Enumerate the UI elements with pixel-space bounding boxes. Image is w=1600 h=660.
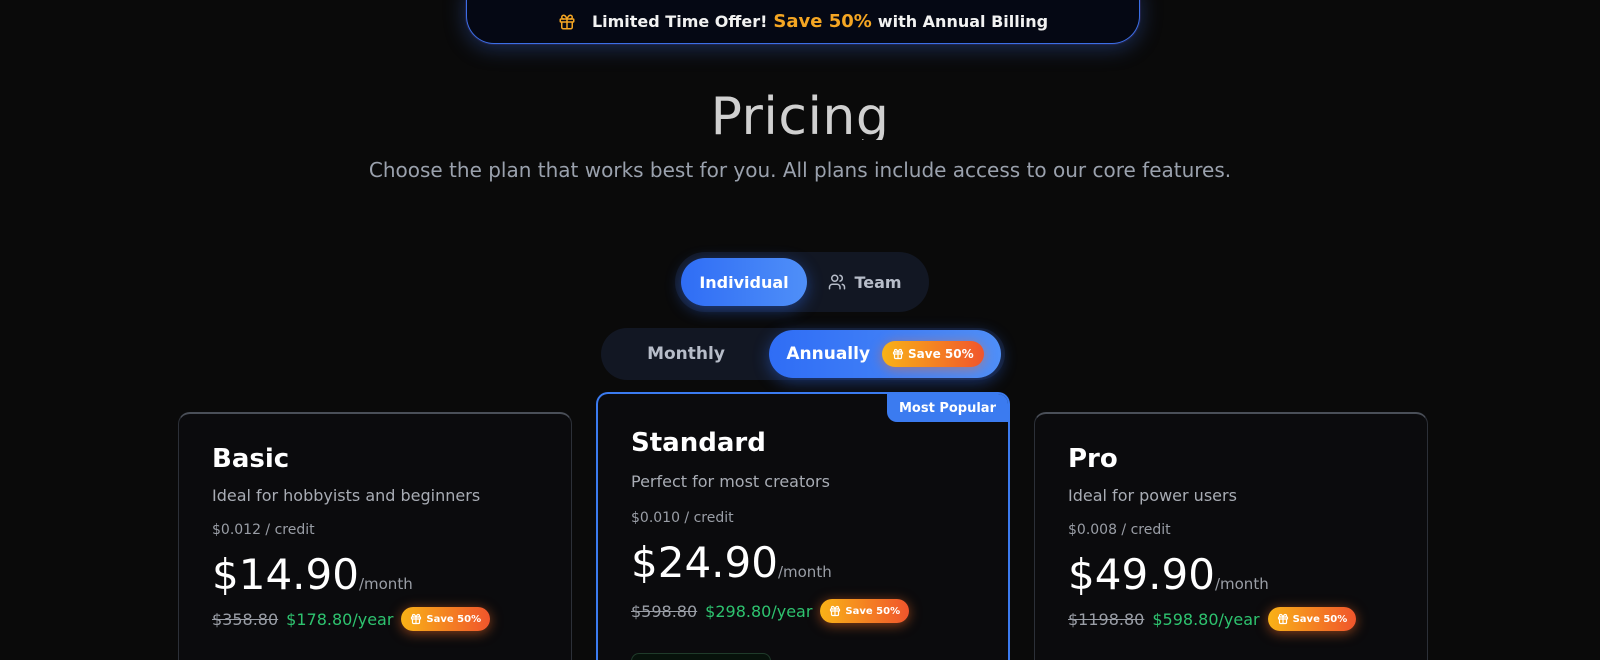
save-badge-label: Save 50% — [1292, 613, 1348, 625]
page-title: Pricing — [710, 87, 890, 140]
save-badge-label: Save 50% — [908, 347, 974, 361]
yearly-price: $598.80/year — [1152, 609, 1260, 629]
save-badge-label: Save 50% — [426, 613, 482, 625]
plan-name: Basic — [212, 444, 290, 474]
save-badge: Save 50% — [1267, 607, 1357, 631]
save-badge: Save 50% — [882, 341, 984, 367]
plan-description: Ideal for power users — [1068, 486, 1237, 505]
gift-icon — [1277, 613, 1288, 625]
yearly-price: $178.80/year — [286, 609, 394, 629]
annually-tab[interactable]: Annually Save 50% — [769, 330, 1001, 378]
plan-credit-price: $0.008 / credit — [1068, 522, 1171, 538]
team-tab[interactable]: Team — [807, 258, 923, 306]
plan-card-standard: Most Popular Standard Perfect for most c… — [596, 392, 1010, 660]
save-badge: Save 50% — [820, 599, 910, 623]
promo-banner[interactable]: Limited Time Offer! Save 50% with Annual… — [466, 0, 1140, 44]
select-plan-button[interactable] — [631, 653, 771, 660]
plan-description: Ideal for hobbyists and beginners — [212, 486, 481, 505]
plan-name: Pro — [1068, 444, 1118, 474]
promo-prefix: Limited Time Offer! — [591, 12, 768, 31]
save-badge-label: Save 50% — [845, 605, 901, 617]
monthly-tab[interactable]: Monthly — [603, 330, 769, 378]
plan-price: $14.90 /month — [212, 550, 413, 599]
plan-card-basic: Basic Ideal for hobbyists and beginners … — [178, 412, 572, 660]
promo-highlight: Save 50% — [773, 11, 872, 32]
billing-toggle: Monthly Annually Save 50% — [601, 328, 1005, 380]
original-yearly-price: $358.80 — [212, 609, 279, 629]
save-badge: Save 50% — [401, 607, 491, 631]
gift-icon — [830, 605, 841, 617]
plan-name: Standard — [631, 428, 766, 458]
yearly-price: $298.80/year — [705, 601, 813, 621]
original-yearly-price: $598.80 — [631, 601, 698, 621]
price-amount: $24.90 — [631, 538, 778, 587]
gift-icon — [892, 348, 904, 360]
most-popular-ribbon: Most Popular — [886, 394, 1008, 422]
price-period: /month — [1214, 575, 1269, 593]
annually-tab-label: Annually — [786, 344, 871, 364]
yearly-price-line: $598.80 $298.80/year Save 50% — [631, 599, 910, 623]
yearly-price-line: $1198.80 $598.80/year Save 50% — [1068, 607, 1357, 631]
price-amount: $49.90 — [1068, 550, 1215, 599]
price-period: /month — [777, 563, 832, 581]
plan-price: $24.90 /month — [631, 538, 832, 587]
monthly-tab-label: Monthly — [647, 344, 725, 364]
individual-tab[interactable]: Individual — [681, 258, 807, 306]
gift-icon — [559, 14, 575, 29]
pricing-page: Limited Time Offer! Save 50% with Annual… — [0, 0, 1600, 660]
plan-description: Perfect for most creators — [631, 472, 830, 491]
plan-credit-price: $0.010 / credit — [631, 510, 734, 526]
audience-toggle: Individual Team — [675, 252, 929, 312]
users-icon — [829, 274, 846, 290]
gift-icon — [411, 613, 422, 625]
plan-price: $49.90 /month — [1068, 550, 1269, 599]
plan-card-pro: Pro Ideal for power users $0.008 / credi… — [1034, 412, 1428, 660]
promo-suffix: with Annual Billing — [877, 12, 1049, 31]
team-tab-label: Team — [854, 272, 902, 292]
page-subtitle: Choose the plan that works best for you.… — [368, 158, 1232, 182]
individual-tab-label: Individual — [699, 272, 789, 292]
price-period: /month — [358, 575, 413, 593]
plan-credit-price: $0.012 / credit — [212, 522, 315, 538]
original-yearly-price: $1198.80 — [1068, 609, 1145, 629]
yearly-price-line: $358.80 $178.80/year Save 50% — [212, 607, 491, 631]
price-amount: $14.90 — [212, 550, 359, 599]
